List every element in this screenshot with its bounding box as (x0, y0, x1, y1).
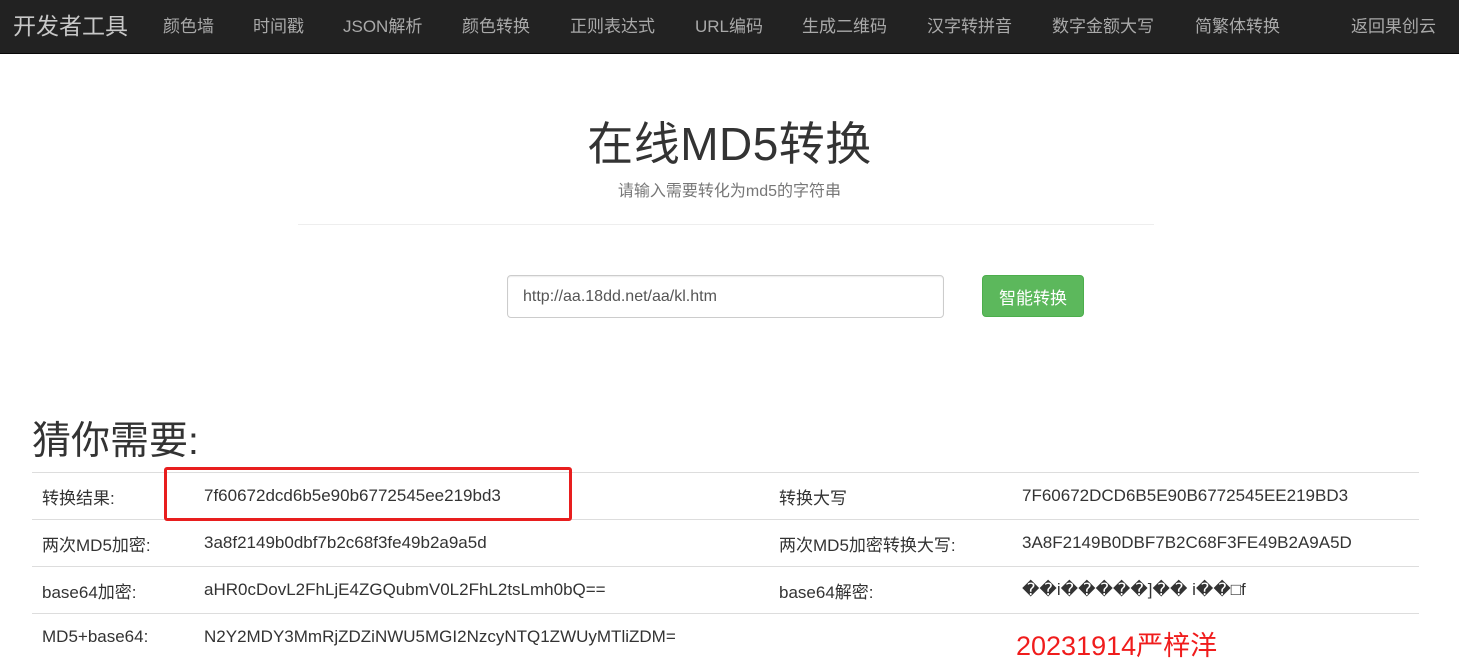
nav-item-color-wall[interactable]: 颜色墙 (163, 0, 214, 54)
top-navbar: 开发者工具 颜色墙 时间戳 JSON解析 颜色转换 正则表达式 URL编码 生成… (0, 0, 1459, 54)
result-label: 转换结果: (32, 472, 196, 520)
navbar-brand[interactable]: 开发者工具 (13, 0, 128, 54)
nav-item-color-convert[interactable]: 颜色转换 (462, 0, 530, 54)
result-label: 转换大写 (769, 472, 1012, 520)
convert-button[interactable]: 智能转换 (982, 275, 1084, 317)
student-id-annotation: 20231914严梓洋 (1016, 631, 1218, 661)
page-subtitle: 请输入需要转化为md5的字符串 (617, 183, 842, 200)
result-label: base64加密: (32, 566, 196, 614)
nav-item-json-parse[interactable]: JSON解析 (343, 0, 422, 54)
nav-item-timestamp[interactable]: 时间戳 (253, 0, 304, 54)
page-title: 在线MD5转换 (587, 118, 872, 170)
double-md5-value: 3a8f2149b0dbf7b2c68f3fe49b2a9a5d (196, 519, 769, 567)
base64-decode-value: ��i�����]�� i��□f (1012, 566, 1419, 614)
table-row: base64加密: aHR0cDovL2FhLjE4ZGQubmV0L2FhL2… (32, 566, 1419, 614)
nav-item-regex[interactable]: 正则表达式 (570, 0, 655, 54)
md5-source-input[interactable] (507, 275, 944, 318)
result-label: MD5+base64: (32, 613, 196, 660)
result-label (769, 613, 1012, 660)
nav-item-pinyin[interactable]: 汉字转拼音 (927, 0, 1012, 54)
double-md5-uppercase-value: 3A8F2149B0DBF7B2C68F3FE49B2A9A5D (1012, 519, 1419, 567)
result-label: 两次MD5加密: (32, 519, 196, 567)
header-divider (298, 224, 1154, 225)
md5-uppercase-value: 7F60672DCD6B5E90B6772545EE219BD3 (1012, 472, 1419, 520)
nav-item-qrcode[interactable]: 生成二维码 (802, 0, 887, 54)
nav-return-link[interactable]: 返回果创云 (1351, 0, 1436, 54)
result-label: base64解密: (769, 566, 1012, 614)
base64-encode-value: aHR0cDovL2FhLjE4ZGQubmV0L2FhL2tsLmh0bQ== (196, 566, 769, 614)
nav-item-simplified-traditional[interactable]: 简繁体转换 (1195, 0, 1280, 54)
nav-item-amount-uppercase[interactable]: 数字金额大写 (1052, 0, 1154, 54)
nav-item-url-encode[interactable]: URL编码 (695, 0, 763, 54)
table-row: 两次MD5加密: 3a8f2149b0dbf7b2c68f3fe49b2a9a5… (32, 519, 1419, 567)
md5-result-value: 7f60672dcd6b5e90b6772545ee219bd3 (196, 472, 769, 520)
table-row: 转换结果: 7f60672dcd6b5e90b6772545ee219bd3 转… (32, 472, 1419, 520)
md5-base64-value: N2Y2MDY3MmRjZDZiNWU5MGI2NzcyNTQ1ZWUyMTli… (196, 613, 769, 660)
result-label: 两次MD5加密转换大写: (769, 519, 1012, 567)
results-heading: 猜你需要: (32, 420, 199, 463)
